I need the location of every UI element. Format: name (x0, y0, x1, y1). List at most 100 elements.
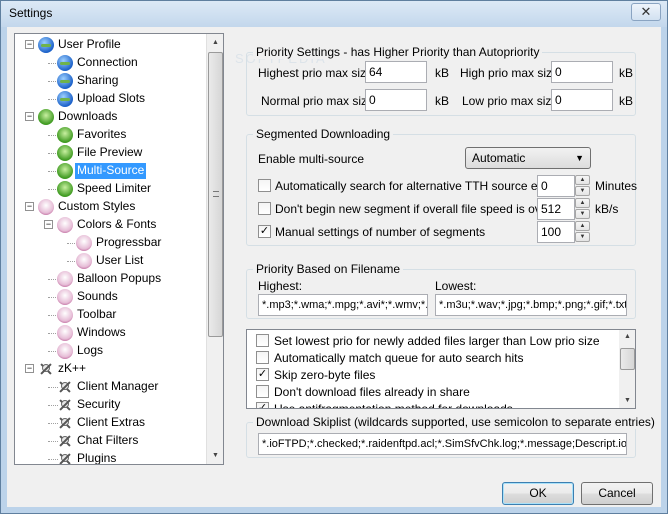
crossbones-icon (57, 397, 73, 413)
crossbones-icon (57, 379, 73, 395)
segments-count-spinner[interactable]: ▲ ▼ (575, 221, 590, 243)
spin-up-icon[interactable]: ▲ (575, 221, 590, 231)
manual-segments-checkbox[interactable]: ✓ (258, 225, 271, 238)
filename-priority-group: Priority Based on Filename Highest: *.mp… (246, 262, 636, 319)
collapse-toggle-icon[interactable]: − (44, 220, 53, 229)
priority-settings-title: Priority Settings - has Higher Priority … (253, 45, 543, 59)
cancel-button[interactable]: Cancel (581, 482, 653, 505)
scroll-up-arrow-icon[interactable]: ▲ (619, 330, 635, 344)
dont-begin-segment-checkbox[interactable] (258, 202, 271, 215)
crossbones-icon (38, 361, 54, 377)
tree-item-colors-fonts[interactable]: − Colors & Fonts (15, 216, 200, 234)
spin-down-icon[interactable]: ▼ (575, 186, 590, 196)
option-checkbox[interactable]: ✓ (256, 402, 269, 408)
tree-item-progressbar[interactable]: Progressbar (15, 234, 200, 252)
tree-item-label: Sounds (77, 289, 118, 303)
collapse-toggle-icon[interactable]: − (25, 40, 34, 49)
option-row[interactable]: Set lowest prio for newly added files la… (247, 332, 617, 349)
scroll-thumb[interactable] (208, 52, 223, 337)
skull-icon (57, 217, 73, 233)
options-scrollbar[interactable]: ▲ ▼ (619, 330, 635, 408)
dialog-client-area: SOFTPEDIA ▲ ▼ −User ProfileConnectionSha… (7, 27, 661, 507)
collapse-toggle-icon[interactable]: − (25, 202, 34, 211)
spin-down-icon[interactable]: ▼ (575, 209, 590, 219)
highest-prio-input[interactable]: 64 (365, 61, 427, 83)
tree-item-toolbar[interactable]: Toolbar (15, 306, 200, 324)
skiplist-input[interactable]: *.ioFTPD;*.checked;*.raidenftpd.acl;*.Si… (258, 433, 627, 455)
enable-multisource-label: Enable multi-source (258, 152, 365, 166)
auto-search-minutes-input[interactable]: 0 (537, 175, 575, 197)
skull-icon (57, 271, 73, 287)
spin-down-icon[interactable]: ▼ (575, 232, 590, 242)
segmented-downloading-group: Segmented Downloading Enable multi-sourc… (246, 127, 637, 246)
tree-item-multi-source[interactable]: Multi-Source (15, 162, 200, 180)
tree-item-user-profile[interactable]: − User Profile (15, 36, 200, 54)
tree-item-custom-styles[interactable]: − Custom Styles (15, 198, 200, 216)
tree-item-file-preview[interactable]: File Preview (15, 144, 200, 162)
option-checkbox[interactable] (256, 385, 269, 398)
tree-item-zk[interactable]: − zK++ (15, 360, 200, 378)
multisource-mode-dropdown[interactable]: Automatic ▼ (465, 147, 591, 169)
option-label: Automatically match queue for auto searc… (274, 351, 524, 365)
dont-begin-segment-label: Don't begin new segment if overall file … (275, 202, 552, 216)
spin-up-icon[interactable]: ▲ (575, 198, 590, 208)
crossbones-icon (57, 415, 73, 431)
settings-window: Settings ✕ SOFTPEDIA ▲ ▼ −User ProfileCo… (0, 0, 668, 514)
tree-scrollbar[interactable]: ▲ ▼ (206, 34, 223, 464)
option-label: Don't download files already in share (274, 385, 470, 399)
collapse-toggle-icon[interactable]: − (25, 364, 34, 373)
tree-item-connection[interactable]: Connection (15, 54, 200, 72)
tree-item-chat-filters[interactable]: Chat Filters (15, 432, 200, 450)
tree-item-label: zK++ (58, 361, 87, 375)
speed-limit-spinner[interactable]: ▲ ▼ (575, 198, 590, 220)
tree-item-sharing[interactable]: Sharing (15, 72, 200, 90)
bug-icon (57, 145, 73, 161)
tree-item-label: Favorites (77, 127, 127, 141)
normal-prio-input[interactable]: 0 (365, 89, 427, 111)
tree-item-downloads[interactable]: − Downloads (15, 108, 200, 126)
close-button[interactable]: ✕ (631, 3, 661, 21)
tree-item-logs[interactable]: Logs (15, 342, 200, 360)
skull-icon (57, 289, 73, 305)
scroll-thumb[interactable] (620, 348, 635, 370)
bug-icon (57, 181, 73, 197)
globe-icon (57, 91, 73, 107)
high-prio-input[interactable]: 0 (551, 61, 613, 83)
option-row[interactable]: Automatically match queue for auto searc… (247, 349, 617, 366)
bug-icon (57, 127, 73, 143)
spin-up-icon[interactable]: ▲ (575, 175, 590, 185)
low-prio-input[interactable]: 0 (551, 89, 613, 111)
auto-search-spinner[interactable]: ▲ ▼ (575, 175, 590, 197)
tree-item-balloon-popups[interactable]: Balloon Popups (15, 270, 200, 288)
segments-count-input[interactable]: 100 (537, 221, 575, 243)
auto-search-checkbox[interactable] (258, 179, 271, 192)
collapse-toggle-icon[interactable]: − (25, 112, 34, 121)
ok-button[interactable]: OK (502, 482, 574, 505)
lowest-patterns-input[interactable]: *.m3u;*.wav;*.jpg;*.bmp;*.png;*.gif;*.tx… (435, 294, 627, 316)
option-row[interactable]: ✓ Use antifragmentation method for downlo… (247, 400, 617, 408)
highest-prio-unit: kB (435, 66, 450, 80)
scroll-down-arrow-icon[interactable]: ▼ (207, 447, 223, 464)
window-title: Settings (9, 6, 53, 20)
tree-item-user-list[interactable]: User List (15, 252, 200, 270)
tree-item-client-extras[interactable]: Client Extras (15, 414, 200, 432)
scroll-down-arrow-icon[interactable]: ▼ (619, 394, 635, 408)
option-row[interactable]: Don't download files already in share (247, 383, 617, 400)
highest-patterns-input[interactable]: *.mp3;*.wma;*.mpg;*.avi*;*.wmv;*.r (258, 294, 428, 316)
tree-item-upload-slots[interactable]: Upload Slots (15, 90, 200, 108)
tree-item-client-manager[interactable]: Client Manager (15, 378, 200, 396)
tree-item-speed-limiter[interactable]: Speed Limiter (15, 180, 200, 198)
option-checkbox[interactable] (256, 334, 269, 347)
highest-prio-label: Highest prio max size (258, 66, 373, 80)
scroll-up-arrow-icon[interactable]: ▲ (207, 34, 223, 51)
option-checkbox[interactable] (256, 351, 269, 364)
tree-item-sounds[interactable]: Sounds (15, 288, 200, 306)
tree-item-security[interactable]: Security (15, 396, 200, 414)
tree-item-plugins[interactable]: Plugins (15, 450, 200, 464)
tree-item-windows[interactable]: Windows (15, 324, 200, 342)
tree-item-favorites[interactable]: Favorites (15, 126, 200, 144)
tree-item-label: Windows (77, 325, 126, 339)
option-checkbox[interactable]: ✓ (256, 368, 269, 381)
option-row[interactable]: ✓ Skip zero-byte files (247, 366, 617, 383)
speed-limit-input[interactable]: 512 (537, 198, 575, 220)
